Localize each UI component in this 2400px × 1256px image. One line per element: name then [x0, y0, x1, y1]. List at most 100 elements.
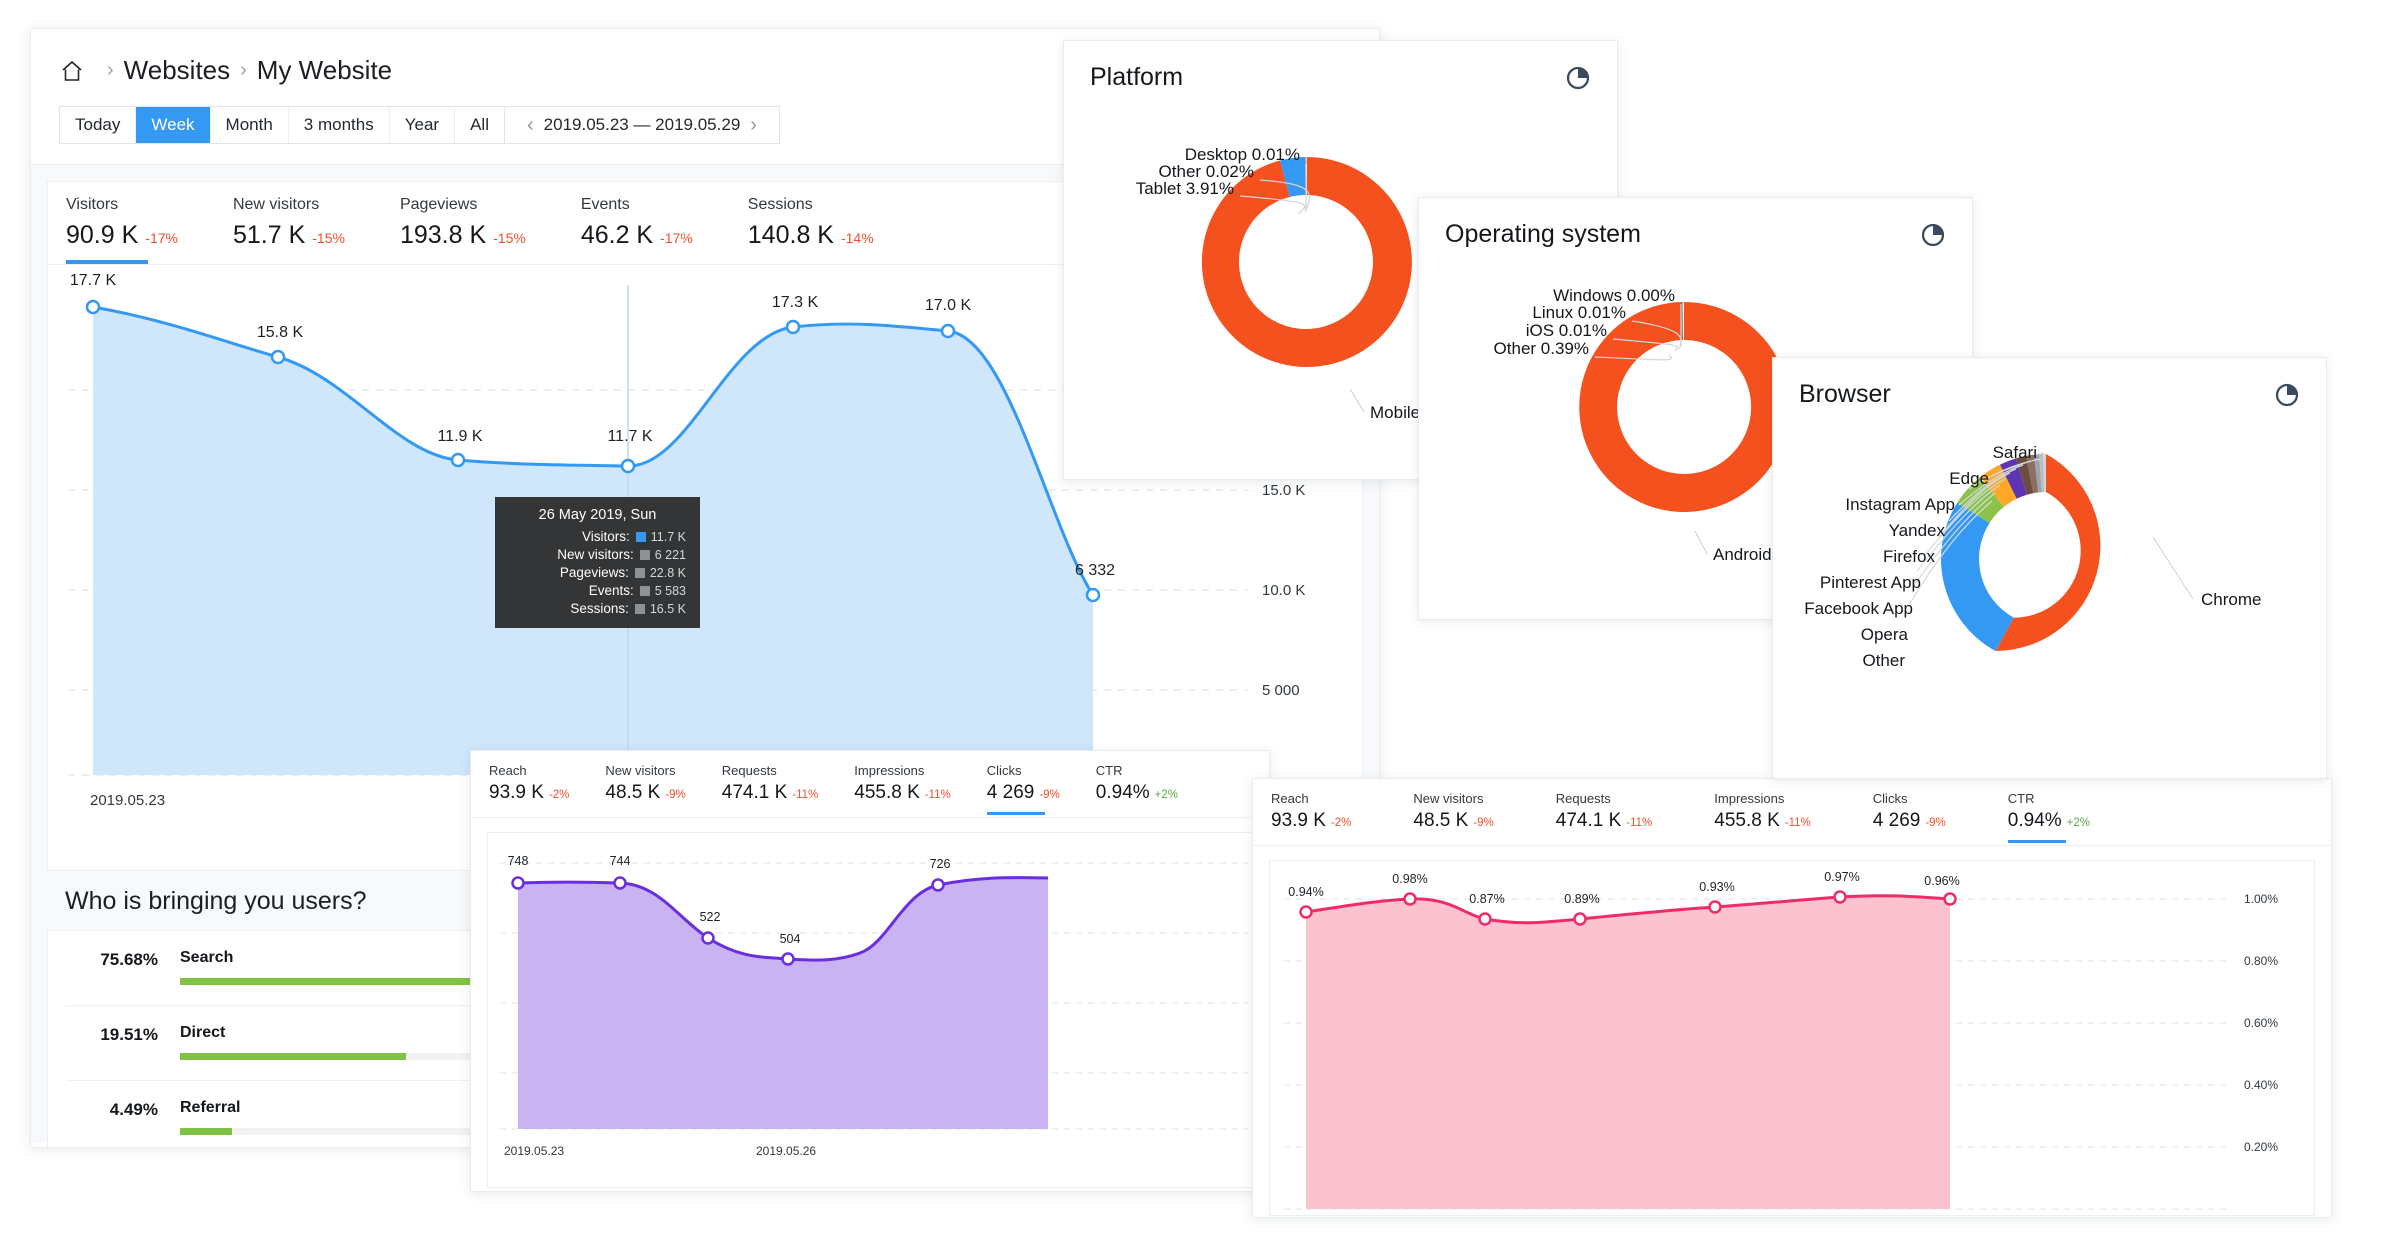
browser-card-title: Browser	[1799, 380, 1891, 408]
prev-period-icon[interactable]: ‹	[517, 115, 544, 135]
metric-requests-delta: -11%	[1626, 817, 1653, 829]
metric-impressions[interactable]: Impressions 455.8 K -11%	[1714, 791, 1811, 843]
period-button-year[interactable]: Year	[390, 107, 456, 143]
metric-ctr-delta: +2%	[2066, 817, 2090, 829]
svg-text:0.87%: 0.87%	[1469, 892, 1504, 906]
svg-text:iOS 0.01%: iOS 0.01%	[1526, 321, 1607, 340]
breadcrumb-item-my-website[interactable]: My Website	[257, 55, 392, 86]
metric-impressions-value: 455.8 K	[854, 782, 920, 803]
svg-text:17.7 K: 17.7 K	[70, 272, 117, 289]
metric-ctr-value: 0.94%	[2007, 810, 2062, 831]
svg-text:748: 748	[508, 854, 529, 868]
home-icon[interactable]	[59, 59, 97, 83]
metric-clicks[interactable]: Clicks 4 269 -9%	[986, 763, 1060, 815]
period-button-all[interactable]: All	[455, 107, 504, 143]
svg-text:0.97%: 0.97%	[1824, 870, 1859, 884]
svg-text:Other: Other	[1862, 651, 1905, 670]
metric-events[interactable]: Events 46.2 K -17%	[581, 196, 693, 264]
metric-impressions-value: 455.8 K	[1714, 810, 1780, 831]
metric-sessions[interactable]: Sessions 140.8 K -14%	[748, 196, 874, 264]
metric-visitors-value: 90.9 K	[66, 221, 139, 249]
metric-clicks-delta: -9%	[1039, 789, 1060, 801]
tooltip-title: 26 May 2019, Sun	[538, 507, 657, 523]
metric-sessions-label: Sessions	[747, 196, 813, 213]
clicks-area-chart[interactable]: 748 744 522 504 726 2019.05.23 2019.05.2…	[488, 833, 1254, 1187]
chart-tooltip: 26 May 2019, Sun Visitors: 11.7 K New vi…	[495, 497, 700, 628]
metric-visitors-label: Visitors	[66, 196, 119, 213]
metric-clicks-label: Clicks	[1872, 791, 1908, 806]
referrer-pct-referral: 4.49%	[109, 1100, 158, 1119]
metric-visitors[interactable]: Visitors 90.9 K -17%	[66, 196, 178, 264]
metric-reach-label: Reach	[1271, 791, 1309, 806]
pie-chart-icon[interactable]	[1920, 222, 1946, 248]
metric-sessions-value: 140.8 K	[747, 221, 834, 249]
metric-ctr-label: CTR	[1095, 763, 1123, 778]
metric-reach[interactable]: Reach 93.9 K -2%	[1271, 791, 1351, 843]
metric-requests[interactable]: Requests 474.1 K -11%	[722, 763, 819, 815]
metric-new-visitors[interactable]: New visitors 48.5 K -9%	[605, 763, 685, 815]
metric-sessions-delta: -14%	[840, 230, 874, 246]
metric-requests[interactable]: Requests 474.1 K -11%	[1556, 791, 1653, 843]
breadcrumb-separator-2: ›	[240, 59, 247, 81]
metric-reach-value: 93.9 K	[489, 782, 544, 803]
chart-y-axis-labels: 15.0 K 10.0 K 5 000	[1262, 482, 1305, 699]
svg-text:2019.05.26: 2019.05.26	[756, 1144, 816, 1158]
metric-requests-delta: -11%	[792, 789, 819, 801]
metric-clicks-delta: -9%	[1925, 817, 1946, 829]
metric-impressions[interactable]: Impressions 455.8 K -11%	[854, 763, 951, 815]
tooltip-swatch-sessions	[634, 603, 645, 614]
clicks-metrics-row: Reach 93.9 K -2% New visitors 48.5 K -9%…	[471, 751, 1269, 815]
metric-events-delta: -17%	[660, 230, 693, 246]
browser-card: Browser Safari Edge Instagram App Yandex…	[1772, 357, 2327, 779]
svg-text:0.98%: 0.98%	[1392, 872, 1427, 886]
metric-ctr[interactable]: CTR 0.94% +2%	[2007, 791, 2090, 843]
ctr-metrics-row: Reach 93.9 K -2% New visitors 48.5 K -9%…	[1253, 779, 2331, 843]
metric-reach-label: Reach	[489, 763, 527, 778]
metric-ctr[interactable]: CTR 0.94% +2%	[1096, 763, 1178, 815]
tooltip-key-sessions: Sessions:	[570, 601, 629, 616]
tooltip-key-new-visitors: New visitors:	[557, 547, 634, 562]
period-button-today[interactable]: Today	[60, 107, 137, 143]
ctr-card: Reach 93.9 K -2% New visitors 48.5 K -9%…	[1252, 778, 2332, 1218]
svg-text:0.89%: 0.89%	[1564, 892, 1599, 906]
metric-clicks[interactable]: Clicks 4 269 -9%	[1873, 791, 1946, 843]
period-button-week[interactable]: Week	[136, 107, 211, 143]
svg-text:504: 504	[780, 932, 801, 946]
metric-reach-delta: -2%	[1330, 817, 1352, 829]
metric-new-visitors[interactable]: New visitors 51.7 K -15%	[233, 196, 345, 264]
metric-reach-delta: -2%	[548, 789, 570, 801]
tooltip-row-sessions: Sessions: 16.5 K	[509, 601, 686, 616]
metric-ctr-label: CTR	[2007, 791, 2035, 806]
svg-text:6 332: 6 332	[1075, 562, 1115, 579]
chart-x-axis-labels: 2019.05.23 2019.05.26	[504, 1144, 816, 1158]
next-period-icon[interactable]: ›	[740, 115, 767, 135]
platform-card-title: Platform	[1090, 63, 1184, 91]
metric-impressions-label: Impressions	[1714, 791, 1785, 806]
ctr-area-chart[interactable]: 0.94% 0.98% 0.87% 0.89% 0.93% 0.97% 0.96…	[1270, 861, 2316, 1215]
period-button-month[interactable]: Month	[211, 107, 289, 143]
tooltip-row-pageviews: Pageviews: 22.8 K	[509, 565, 686, 580]
svg-text:0.80%: 0.80%	[2244, 954, 2278, 968]
period-button-3-months[interactable]: 3 months	[289, 107, 390, 143]
pie-chart-icon[interactable]	[2274, 382, 2300, 408]
svg-text:11.9 K: 11.9 K	[437, 428, 482, 445]
tooltip-key-events: Events:	[588, 583, 634, 598]
tooltip-value-sessions: 16.5 K	[649, 601, 686, 616]
breadcrumb-item-websites[interactable]: Websites	[124, 55, 230, 86]
metric-clicks-value: 4 269	[986, 782, 1035, 803]
tooltip-key-pageviews: Pageviews:	[559, 565, 629, 580]
metric-clicks-value: 4 269	[1872, 810, 1921, 831]
metric-new-visitors[interactable]: New visitors 48.5 K -9%	[1413, 791, 1493, 843]
os-card-header: Operating system	[1419, 198, 1972, 249]
metric-new-visitors-value: 48.5 K	[1413, 810, 1469, 831]
donut-slice-other	[1941, 502, 2014, 651]
metric-pageviews[interactable]: Pageviews 193.8 K -15%	[400, 196, 526, 264]
metric-events-label: Events	[580, 196, 630, 213]
platform-card-header: Platform	[1064, 41, 1617, 92]
pie-chart-icon[interactable]	[1565, 65, 1591, 91]
browser-donut-chart: Safari Edge Instagram App Yandex Firefox…	[1804, 443, 2261, 670]
svg-text:Android: Android	[1713, 545, 1772, 564]
metric-reach[interactable]: Reach 93.9 K -2%	[489, 763, 569, 815]
period-selector: Today Week Month 3 months Year All ‹ 201…	[59, 106, 780, 144]
chart-x-axis-label: 2019.05.23	[90, 792, 165, 809]
